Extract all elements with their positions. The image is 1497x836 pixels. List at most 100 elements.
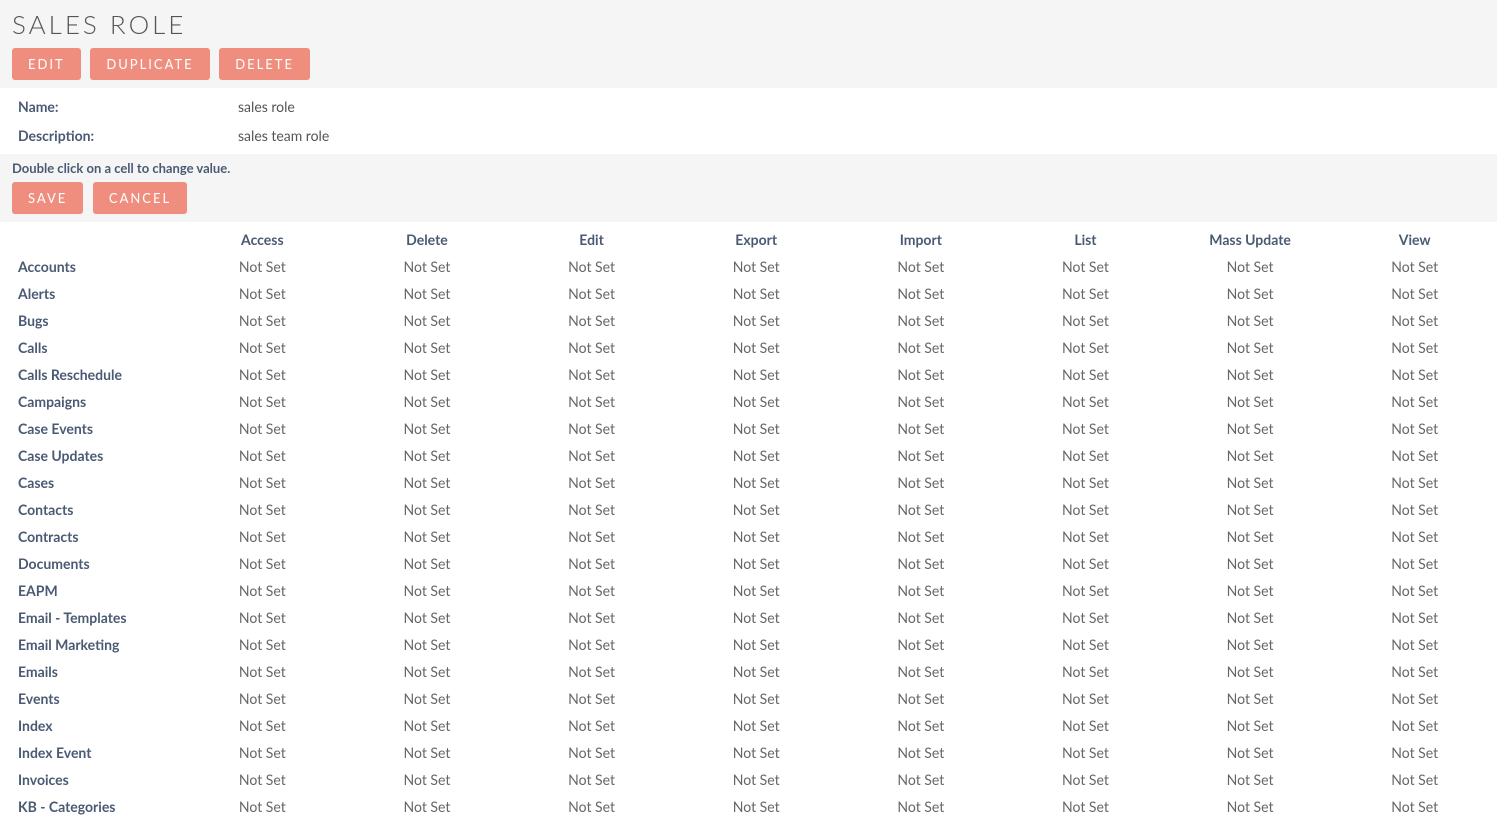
permission-cell[interactable]: Not Set: [839, 712, 1004, 739]
permission-cell[interactable]: Not Set: [674, 658, 839, 685]
permission-cell[interactable]: Not Set: [674, 712, 839, 739]
permission-cell[interactable]: Not Set: [509, 577, 674, 604]
permission-cell[interactable]: Not Set: [180, 415, 345, 442]
permission-cell[interactable]: Not Set: [509, 631, 674, 658]
permission-cell[interactable]: Not Set: [1168, 361, 1333, 388]
permission-cell[interactable]: Not Set: [1168, 253, 1333, 280]
permission-cell[interactable]: Not Set: [839, 685, 1004, 712]
permission-cell[interactable]: Not Set: [1332, 496, 1497, 523]
permission-cell[interactable]: Not Set: [345, 280, 510, 307]
permission-cell[interactable]: Not Set: [839, 307, 1004, 334]
permission-cell[interactable]: Not Set: [1168, 658, 1333, 685]
permission-cell[interactable]: Not Set: [509, 658, 674, 685]
permission-cell[interactable]: Not Set: [674, 307, 839, 334]
permission-cell[interactable]: Not Set: [180, 631, 345, 658]
permission-cell[interactable]: Not Set: [1003, 415, 1168, 442]
permission-cell[interactable]: Not Set: [1168, 307, 1333, 334]
permission-cell[interactable]: Not Set: [180, 253, 345, 280]
permission-cell[interactable]: Not Set: [1168, 631, 1333, 658]
permission-cell[interactable]: Not Set: [1332, 523, 1497, 550]
permission-cell[interactable]: Not Set: [674, 388, 839, 415]
permission-cell[interactable]: Not Set: [1003, 685, 1168, 712]
permission-cell[interactable]: Not Set: [839, 550, 1004, 577]
permission-cell[interactable]: Not Set: [180, 712, 345, 739]
permission-cell[interactable]: Not Set: [1332, 469, 1497, 496]
permission-cell[interactable]: Not Set: [1003, 442, 1168, 469]
permission-cell[interactable]: Not Set: [345, 712, 510, 739]
permission-cell[interactable]: Not Set: [509, 361, 674, 388]
permission-cell[interactable]: Not Set: [180, 361, 345, 388]
permission-cell[interactable]: Not Set: [1332, 685, 1497, 712]
permission-cell[interactable]: Not Set: [1332, 253, 1497, 280]
permission-cell[interactable]: Not Set: [1168, 280, 1333, 307]
permission-cell[interactable]: Not Set: [674, 631, 839, 658]
permission-cell[interactable]: Not Set: [1168, 442, 1333, 469]
permission-cell[interactable]: Not Set: [1168, 739, 1333, 766]
permission-cell[interactable]: Not Set: [180, 442, 345, 469]
permission-cell[interactable]: Not Set: [345, 334, 510, 361]
permission-cell[interactable]: Not Set: [1332, 388, 1497, 415]
permission-cell[interactable]: Not Set: [180, 766, 345, 793]
permission-cell[interactable]: Not Set: [839, 469, 1004, 496]
permission-cell[interactable]: Not Set: [509, 388, 674, 415]
permission-cell[interactable]: Not Set: [839, 577, 1004, 604]
permission-cell[interactable]: Not Set: [1168, 496, 1333, 523]
permission-cell[interactable]: Not Set: [180, 469, 345, 496]
permission-cell[interactable]: Not Set: [839, 388, 1004, 415]
permission-cell[interactable]: Not Set: [509, 334, 674, 361]
edit-button[interactable]: EDIT: [12, 48, 81, 80]
permission-cell[interactable]: Not Set: [674, 604, 839, 631]
permission-cell[interactable]: Not Set: [1003, 496, 1168, 523]
permission-cell[interactable]: Not Set: [1332, 712, 1497, 739]
permission-cell[interactable]: Not Set: [839, 523, 1004, 550]
permission-cell[interactable]: Not Set: [1168, 550, 1333, 577]
permission-cell[interactable]: Not Set: [839, 334, 1004, 361]
permission-cell[interactable]: Not Set: [345, 766, 510, 793]
permission-cell[interactable]: Not Set: [1003, 523, 1168, 550]
permission-cell[interactable]: Not Set: [674, 523, 839, 550]
permission-cell[interactable]: Not Set: [674, 415, 839, 442]
permission-cell[interactable]: Not Set: [1332, 334, 1497, 361]
permission-cell[interactable]: Not Set: [674, 334, 839, 361]
permission-cell[interactable]: Not Set: [345, 496, 510, 523]
permission-cell[interactable]: Not Set: [1003, 658, 1168, 685]
permission-cell[interactable]: Not Set: [180, 388, 345, 415]
permission-cell[interactable]: Not Set: [839, 361, 1004, 388]
permission-cell[interactable]: Not Set: [345, 604, 510, 631]
permission-cell[interactable]: Not Set: [509, 604, 674, 631]
permission-cell[interactable]: Not Set: [1332, 577, 1497, 604]
permission-cell[interactable]: Not Set: [1003, 550, 1168, 577]
permission-cell[interactable]: Not Set: [1332, 361, 1497, 388]
permission-cell[interactable]: Not Set: [345, 523, 510, 550]
permission-cell[interactable]: Not Set: [509, 793, 674, 820]
permission-cell[interactable]: Not Set: [509, 685, 674, 712]
permission-cell[interactable]: Not Set: [1168, 523, 1333, 550]
permission-cell[interactable]: Not Set: [1332, 604, 1497, 631]
permission-cell[interactable]: Not Set: [509, 550, 674, 577]
permission-cell[interactable]: Not Set: [1168, 685, 1333, 712]
permission-cell[interactable]: Not Set: [1168, 415, 1333, 442]
permission-cell[interactable]: Not Set: [345, 739, 510, 766]
permission-cell[interactable]: Not Set: [180, 523, 345, 550]
permission-cell[interactable]: Not Set: [674, 793, 839, 820]
permission-cell[interactable]: Not Set: [1332, 658, 1497, 685]
permission-cell[interactable]: Not Set: [509, 739, 674, 766]
permission-cell[interactable]: Not Set: [674, 739, 839, 766]
cancel-button[interactable]: CANCEL: [93, 182, 187, 214]
permission-cell[interactable]: Not Set: [345, 685, 510, 712]
permission-cell[interactable]: Not Set: [1003, 604, 1168, 631]
permission-cell[interactable]: Not Set: [1003, 388, 1168, 415]
permission-cell[interactable]: Not Set: [345, 388, 510, 415]
permission-cell[interactable]: Not Set: [345, 307, 510, 334]
permission-cell[interactable]: Not Set: [674, 766, 839, 793]
permission-cell[interactable]: Not Set: [1332, 739, 1497, 766]
permission-cell[interactable]: Not Set: [345, 793, 510, 820]
permission-cell[interactable]: Not Set: [839, 496, 1004, 523]
permission-cell[interactable]: Not Set: [674, 361, 839, 388]
permission-cell[interactable]: Not Set: [839, 280, 1004, 307]
permission-cell[interactable]: Not Set: [509, 280, 674, 307]
permission-cell[interactable]: Not Set: [180, 604, 345, 631]
permission-cell[interactable]: Not Set: [180, 739, 345, 766]
permission-cell[interactable]: Not Set: [345, 631, 510, 658]
permission-cell[interactable]: Not Set: [509, 469, 674, 496]
